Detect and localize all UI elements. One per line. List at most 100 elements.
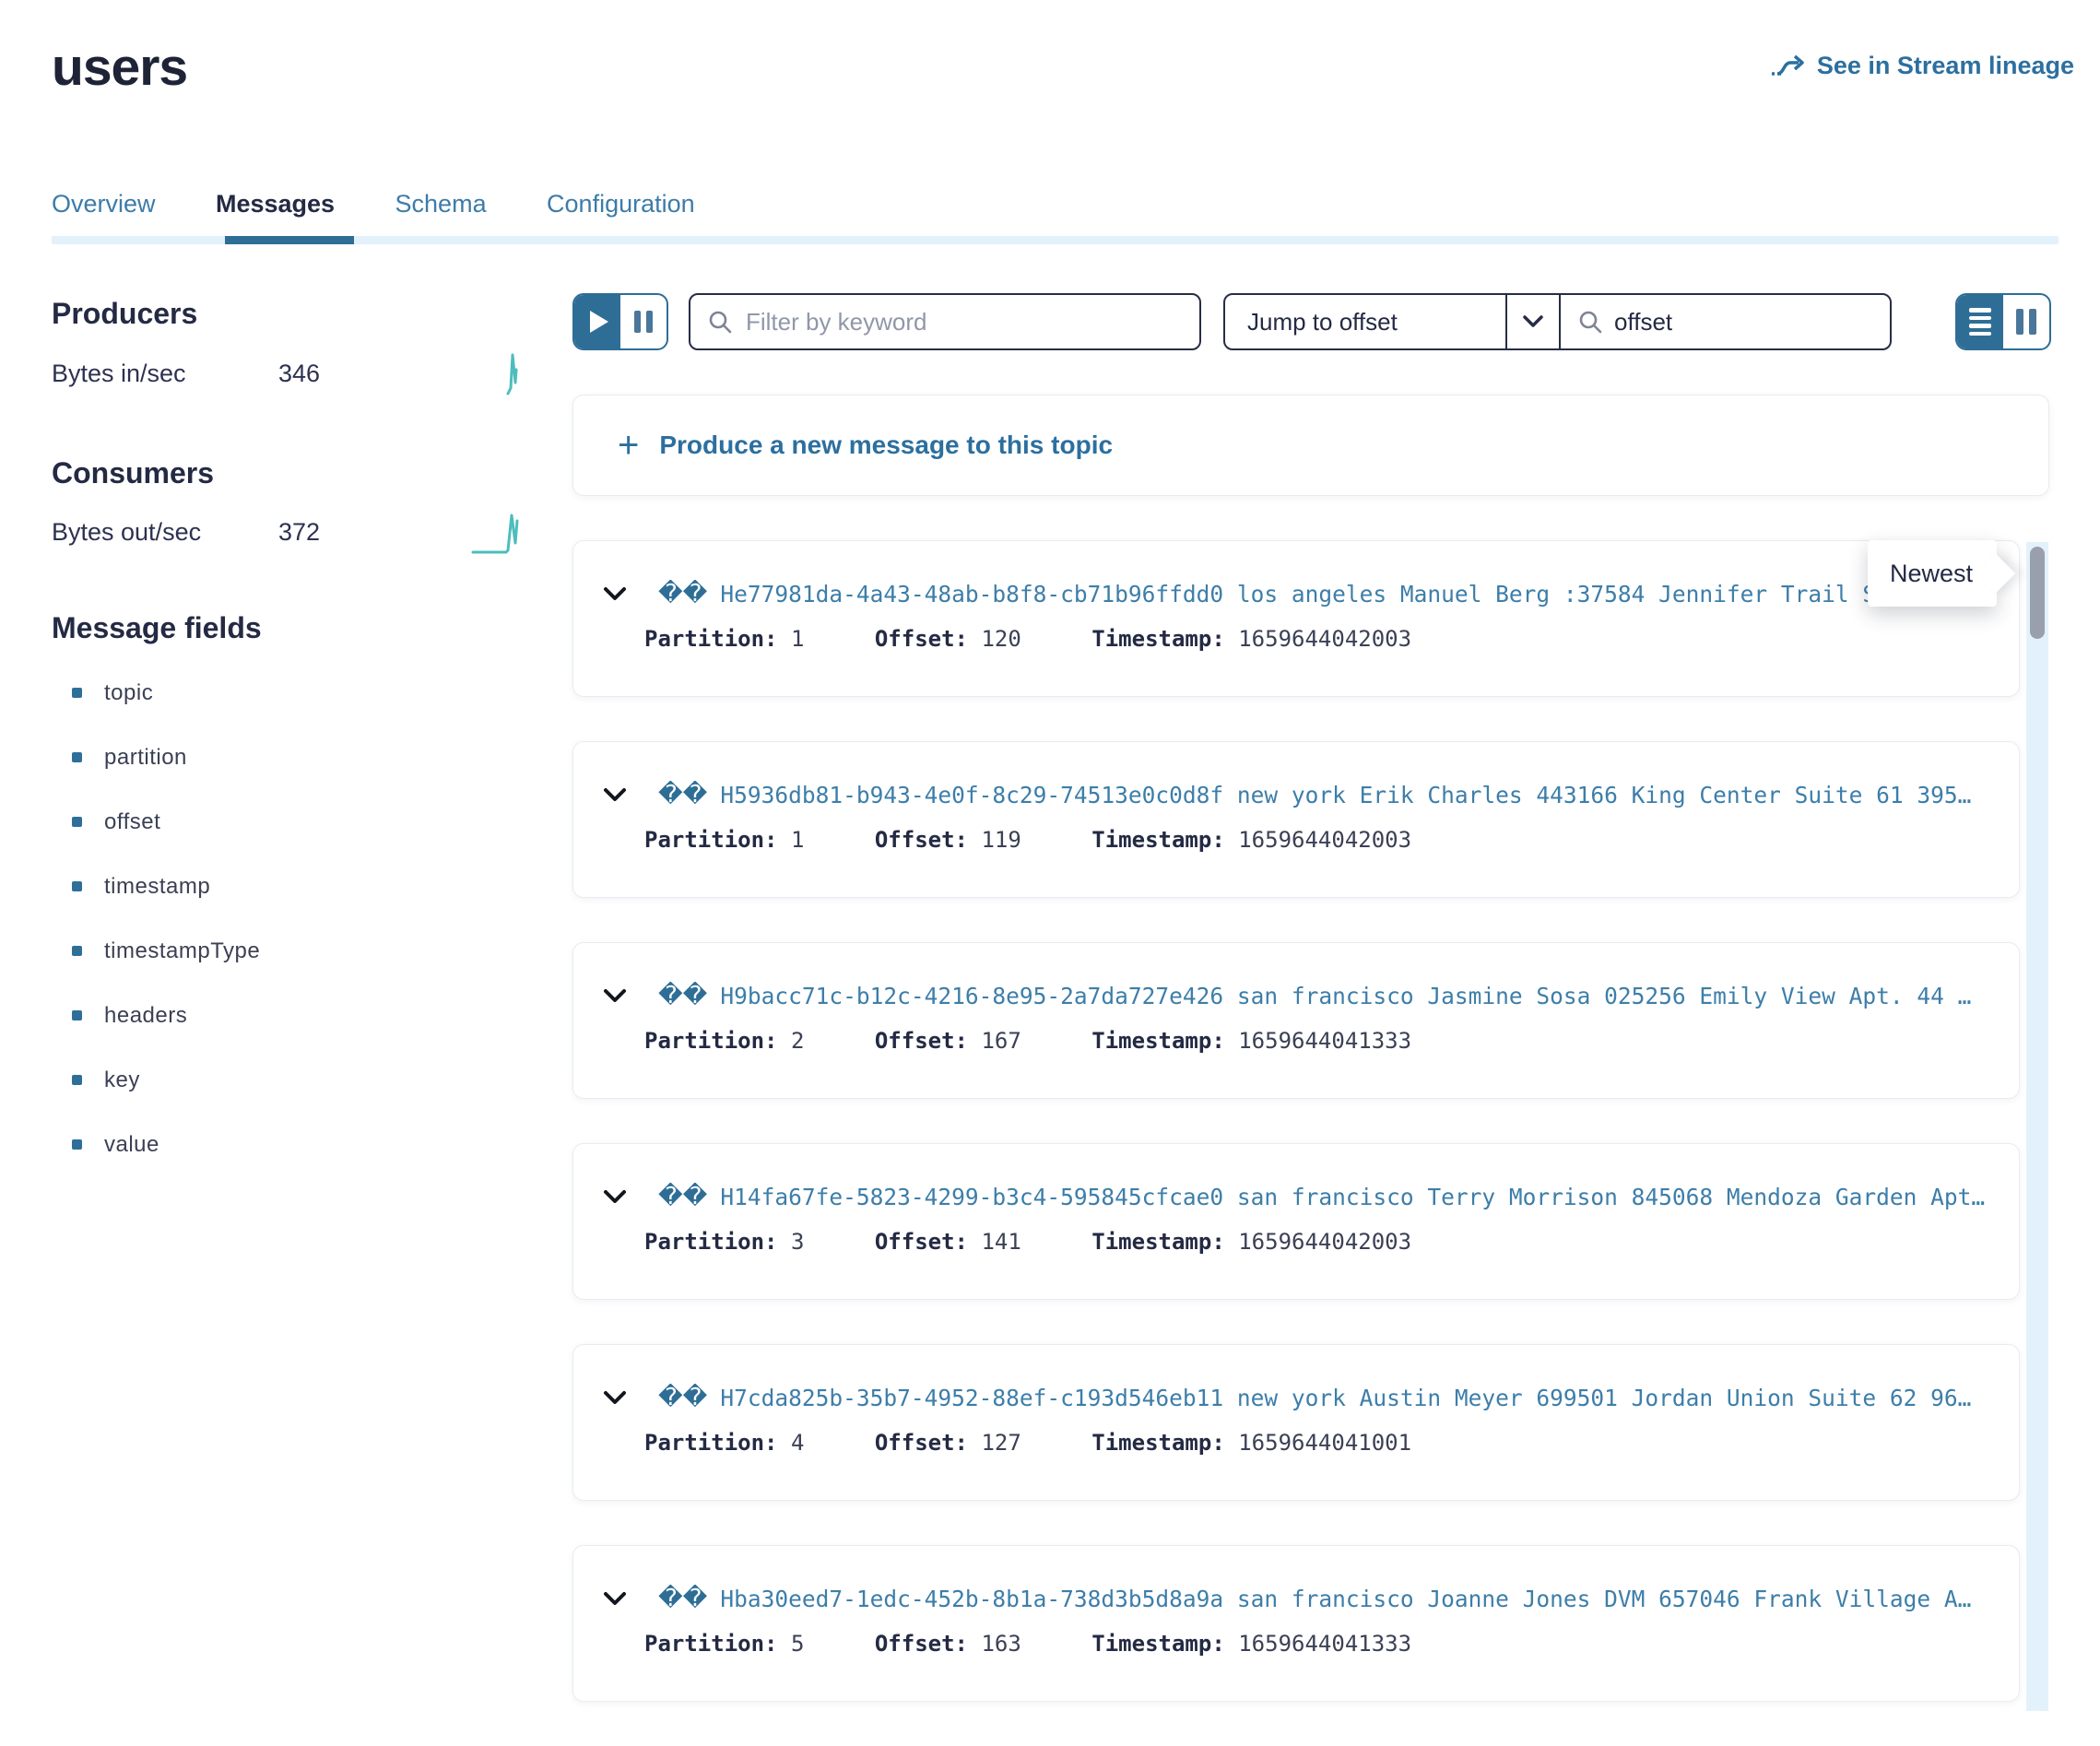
offset-value: 127 [981, 1430, 1021, 1456]
stream-lineage-link[interactable]: See in Stream lineage [1771, 52, 2074, 80]
offset-value: 119 [981, 827, 1021, 853]
timestamp-value: 1659644041001 [1238, 1430, 1411, 1456]
message-key: H9bacc71c-b12c-4216-8e95-2a7da727e426 sa… [720, 983, 1971, 1009]
tab-overview[interactable]: Overview [52, 190, 156, 218]
search-icon [707, 309, 733, 335]
view-mode-toggle [1955, 293, 2051, 350]
play-icon [590, 311, 608, 333]
sidebar: Producers Bytes in/sec 346 Consumers Byt… [52, 293, 559, 1676]
bullet-icon [72, 752, 82, 762]
timestamp-label: Timestamp: [1091, 1028, 1225, 1054]
bytes-out-sparkline [471, 510, 525, 556]
partition-value: 1 [791, 827, 804, 853]
message-row[interactable]: �� He77981da-4a43-48ab-b8f8-cb71b96ffdd0… [572, 540, 2020, 697]
offset-label: Offset: [875, 1229, 968, 1255]
chevron-down-icon[interactable] [603, 1189, 627, 1204]
play-button[interactable] [574, 295, 620, 348]
messages-toolbar: Jump to offset offset [572, 293, 2051, 350]
chevron-down-icon[interactable] [603, 1390, 627, 1405]
search-icon [1577, 309, 1603, 335]
partition-label: Partition: [644, 626, 778, 652]
offset-label: Offset: [875, 626, 968, 652]
consumers-heading: Consumers [52, 456, 214, 490]
list-item: headers [52, 1003, 260, 1068]
pause-icon [634, 311, 653, 333]
timestamp-value: 1659644042003 [1238, 626, 1411, 652]
message-list: �� He77981da-4a43-48ab-b8f8-cb71b96ffdd0… [572, 540, 2051, 1702]
offset-value: 167 [981, 1028, 1021, 1054]
select-chevron-button[interactable] [1507, 295, 1559, 348]
bullet-icon [72, 946, 82, 956]
message-fields-heading: Message fields [52, 611, 262, 645]
stream-lineage-icon [1771, 53, 1806, 80]
message-row[interactable]: �� H5936db81-b943-4e0f-8c29-74513e0c0d8f… [572, 741, 2020, 898]
filter-keyword-input[interactable] [746, 308, 1190, 336]
message-row[interactable]: �� H9bacc71c-b12c-4216-8e95-2a7da727e426… [572, 942, 2020, 1099]
offset-search-value: offset [1614, 308, 1672, 336]
tab-messages[interactable]: Messages [216, 190, 335, 218]
bullet-icon [72, 881, 82, 891]
produce-message-button[interactable]: + Produce a new message to this topic [572, 395, 2049, 496]
tab-schema[interactable]: Schema [395, 190, 487, 218]
jump-to-offset-control: Jump to offset offset [1223, 293, 1892, 350]
scrollbar-track [2026, 542, 2048, 1711]
list-item: key [52, 1068, 260, 1132]
timestamp-value: 1659644042003 [1238, 1229, 1411, 1255]
list-item: topic [52, 680, 260, 745]
column-view-button[interactable] [2003, 295, 2049, 348]
offset-search-box[interactable]: offset [1561, 295, 1890, 348]
scrollbar-thumb[interactable] [2030, 547, 2045, 639]
key-binary-glyphs: �� [658, 1183, 707, 1210]
partition-value: 5 [791, 1631, 804, 1657]
message-row[interactable]: �� H7cda825b-35b7-4952-88ef-c193d546eb11… [572, 1344, 2020, 1501]
list-view-icon [1969, 308, 1991, 336]
timestamp-value: 1659644042003 [1238, 827, 1411, 853]
messages-panel: Jump to offset offset [572, 293, 2051, 1746]
filter-input-box [689, 293, 1201, 350]
partition-value: 1 [791, 626, 804, 652]
plus-icon: + [618, 427, 639, 464]
newest-tooltip-label: Newest [1890, 560, 1973, 588]
bytes-in-sparkline [502, 351, 525, 397]
bullet-icon [72, 688, 82, 698]
key-binary-glyphs: �� [658, 580, 707, 608]
pause-button[interactable] [620, 295, 667, 348]
message-row[interactable]: �� H14fa67fe-5823-4299-b3c4-595845cfcae0… [572, 1143, 2020, 1300]
produce-message-label: Produce a new message to this topic [659, 431, 1113, 460]
offset-label: Offset: [875, 827, 968, 853]
producers-heading: Producers [52, 297, 197, 331]
tab-bar: Overview Messages Schema Configuration [52, 190, 751, 218]
message-key: He77981da-4a43-48ab-b8f8-cb71b96ffdd0 lo… [720, 581, 1876, 608]
chevron-down-icon[interactable] [603, 586, 627, 601]
message-key: H7cda825b-35b7-4952-88ef-c193d546eb11 ne… [720, 1385, 1971, 1411]
chevron-down-icon[interactable] [603, 1591, 627, 1606]
offset-value: 163 [981, 1631, 1021, 1657]
chevron-down-icon[interactable] [603, 988, 627, 1003]
timestamp-label: Timestamp: [1091, 626, 1225, 652]
message-row[interactable]: �� Hba30eed7-1edc-452b-8b1a-738d3b5d8a9a… [572, 1545, 2020, 1702]
bullet-icon [72, 817, 82, 827]
list-view-button[interactable] [1957, 295, 2003, 348]
bytes-in-label: Bytes in/sec [52, 360, 186, 388]
offset-label: Offset: [875, 1430, 968, 1456]
partition-label: Partition: [644, 1229, 778, 1255]
jump-offset-select[interactable]: Jump to offset [1225, 295, 1505, 348]
bullet-icon [72, 1010, 82, 1020]
partition-value: 3 [791, 1229, 804, 1255]
tab-underline-active [225, 236, 354, 244]
key-binary-glyphs: �� [658, 1384, 707, 1411]
tab-configuration[interactable]: Configuration [547, 190, 695, 218]
list-item: timestampType [52, 938, 260, 1003]
timestamp-value: 1659644041333 [1238, 1631, 1411, 1657]
chevron-down-icon[interactable] [603, 787, 627, 802]
bytes-in-value: 346 [278, 360, 320, 388]
list-item: timestamp [52, 874, 260, 938]
list-item: partition [52, 745, 260, 809]
partition-label: Partition: [644, 1028, 778, 1054]
partition-value: 4 [791, 1430, 804, 1456]
timestamp-label: Timestamp: [1091, 1631, 1225, 1657]
partition-label: Partition: [644, 1631, 778, 1657]
partition-value: 2 [791, 1028, 804, 1054]
newest-tooltip: Newest [1868, 540, 1997, 607]
offset-value: 120 [981, 626, 1021, 652]
